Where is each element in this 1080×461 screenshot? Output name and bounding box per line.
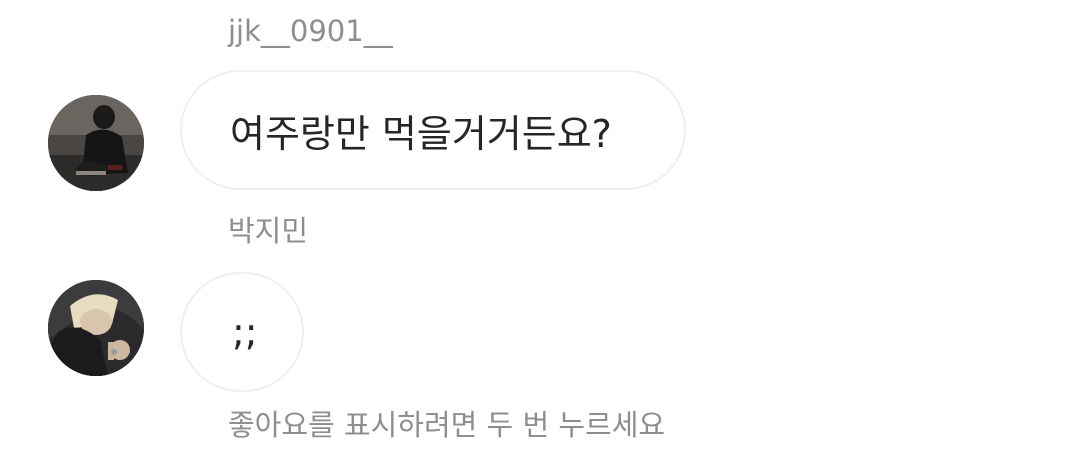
message-thread: jjk__0901__ 여주랑만 먹을거거든요? 박지민 ;; 좋아요를 표시하…	[0, 0, 1080, 461]
message-bubble[interactable]: 여주랑만 먹을거거든요?	[180, 70, 686, 190]
sender-name: 박지민	[228, 214, 309, 248]
message-bubble[interactable]: ;;	[180, 272, 304, 392]
user-avatar-photo-icon	[48, 280, 144, 376]
double-tap-like-hint: 좋아요를 표시하려면 두 번 누르세요	[228, 408, 666, 442]
message-text: 여주랑만 먹을거거든요?	[230, 111, 612, 156]
sender-avatar[interactable]	[48, 280, 144, 376]
sender-avatar[interactable]	[48, 95, 144, 191]
sender-name: jjk__0901__	[228, 14, 393, 48]
user-avatar-photo-icon	[48, 95, 144, 191]
message-text: ;;	[232, 310, 258, 354]
